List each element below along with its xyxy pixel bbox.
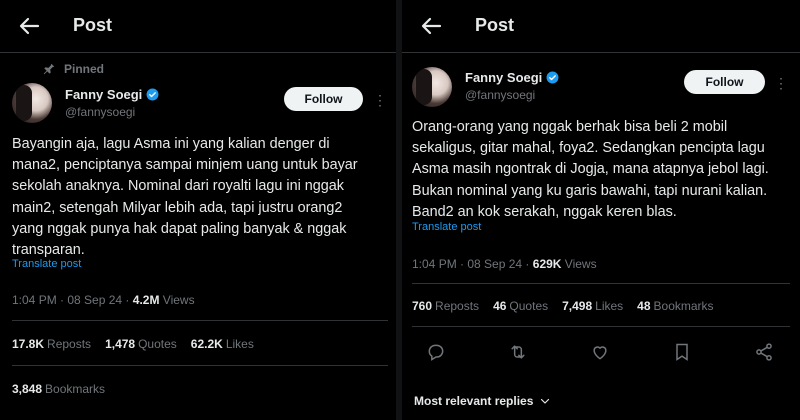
bookmarks-stat[interactable]: 3,848 Bookmarks xyxy=(12,382,105,396)
translate-post-link[interactable]: Translate post xyxy=(412,221,481,233)
chevron-down-icon xyxy=(539,395,551,407)
like-icon[interactable] xyxy=(590,342,612,364)
pin-icon xyxy=(42,62,56,76)
follow-button[interactable]: Follow xyxy=(284,87,363,111)
avatar[interactable] xyxy=(412,67,452,107)
post-text: Orang-orang yang nggak berhak bisa beli … xyxy=(412,119,769,220)
divider xyxy=(0,52,396,53)
reposts-stat[interactable]: 17.8K Reposts xyxy=(12,337,91,351)
page-title: Post xyxy=(475,15,515,35)
author-name[interactable]: Fanny Soegi xyxy=(465,70,559,85)
back-arrow-icon[interactable] xyxy=(18,14,42,38)
page-title: Post xyxy=(73,15,113,35)
more-options-icon[interactable]: ⋮ xyxy=(773,75,789,91)
avatar[interactable] xyxy=(12,83,52,123)
right-post-panel: Post Fanny Soegi @fannysoegi Follow ⋮ Or… xyxy=(402,0,800,420)
verified-badge-icon xyxy=(546,71,559,84)
bookmark-icon[interactable] xyxy=(672,342,694,364)
engagement-stats: 760 Reposts 46 Quotes 7,498 Likes 48 Bookmar… xyxy=(412,299,714,313)
author-name[interactable]: Fanny Soegi xyxy=(65,87,159,102)
reply-icon[interactable] xyxy=(426,342,448,364)
top-bar: Post xyxy=(0,0,396,52)
action-bar xyxy=(426,342,776,364)
divider xyxy=(12,320,388,321)
divider xyxy=(412,283,790,284)
pinned-indicator: Pinned xyxy=(42,62,104,76)
repost-icon[interactable] xyxy=(508,342,530,364)
bookmarks-stats: 3,848 Bookmarks xyxy=(12,382,105,396)
more-options-icon[interactable]: ⋮ xyxy=(372,92,388,108)
post-metadata: 1:04 PM · 08 Sep 24 · 4.2M Views xyxy=(12,293,195,307)
quotes-stat[interactable]: 46 Quotes xyxy=(493,299,548,313)
follow-button[interactable]: Follow xyxy=(684,70,765,94)
back-arrow-icon[interactable] xyxy=(420,14,444,38)
divider xyxy=(402,52,800,53)
author-handle[interactable]: @fannysoegi xyxy=(65,105,135,119)
post-text: Bayangin aja, lagu Asma ini yang kalian … xyxy=(12,136,358,259)
author-handle[interactable]: @fannysoegi xyxy=(465,88,535,102)
left-post-panel: Post Pinned Fanny Soegi @fannysoegi Foll… xyxy=(0,0,396,420)
translate-post-link[interactable]: Translate post xyxy=(12,258,81,270)
pinned-label: Pinned xyxy=(64,62,105,76)
verified-badge-icon xyxy=(146,88,159,101)
replies-sort-dropdown[interactable]: Most relevant replies xyxy=(414,394,551,408)
likes-stat[interactable]: 62.2K Likes xyxy=(191,337,254,351)
post-metadata: 1:04 PM · 08 Sep 24 · 629K Views xyxy=(412,257,597,271)
likes-stat[interactable]: 7,498 Likes xyxy=(562,299,623,313)
divider xyxy=(412,326,790,327)
divider xyxy=(12,365,388,366)
share-icon[interactable] xyxy=(754,342,776,364)
reposts-stat[interactable]: 760 Reposts xyxy=(412,299,479,313)
quotes-stat[interactable]: 1,478 Quotes xyxy=(105,337,177,351)
top-bar: Post xyxy=(402,0,800,52)
bookmarks-stat[interactable]: 48 Bookmarks xyxy=(637,299,713,313)
engagement-stats: 17.8K Reposts 1,478 Quotes 62.2K Likes xyxy=(12,337,254,351)
